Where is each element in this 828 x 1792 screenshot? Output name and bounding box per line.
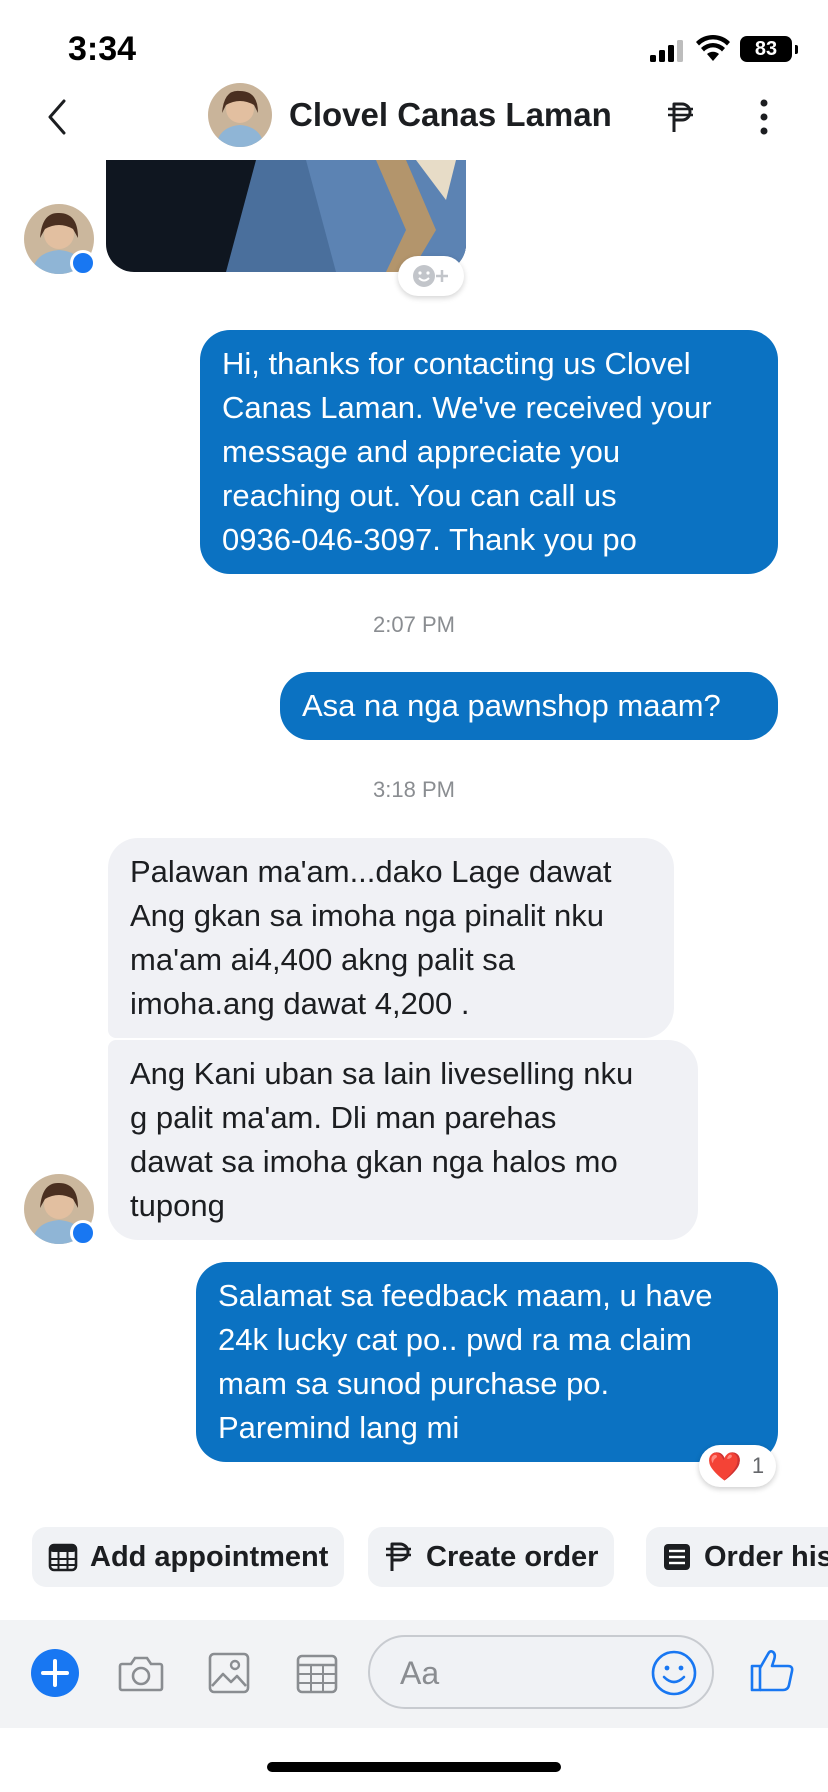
wifi-icon	[696, 34, 730, 61]
sender-avatar[interactable]	[24, 1174, 96, 1246]
battery-indicator: 83	[740, 36, 798, 62]
add-reaction-button[interactable]	[398, 256, 464, 296]
message-input[interactable]	[400, 1653, 620, 1693]
thumbs-up-icon[interactable]	[748, 1646, 796, 1694]
home-indicator	[267, 1762, 561, 1772]
order-history-button[interactable]: Order his	[646, 1527, 828, 1587]
plus-icon[interactable]	[30, 1648, 80, 1698]
timestamp: 3:18 PM	[373, 777, 455, 802]
add-appointment-button[interactable]: Add appointment	[32, 1527, 345, 1587]
add-appointment-label: Add appointment	[90, 1540, 329, 1573]
outgoing-message[interactable]: Asa na nga pawnshop maam?	[280, 672, 778, 740]
contact-avatar[interactable]	[208, 83, 272, 147]
order-history-label: Order his	[704, 1540, 828, 1573]
outgoing-message[interactable]: Hi, thanks for contacting us Clovel Cana…	[200, 330, 778, 574]
message-reaction[interactable]: ❤️ 1	[699, 1445, 777, 1487]
incoming-message[interactable]: Palawan ma'am...dako Lage dawat Ang gkan…	[108, 838, 674, 1038]
message-input-wrapper[interactable]	[368, 1635, 714, 1709]
signal-icon	[650, 40, 683, 62]
emoji-icon[interactable]	[650, 1649, 698, 1697]
reaction-count: 1	[751, 1453, 765, 1478]
create-order-label: Create order	[426, 1540, 599, 1573]
order-list-icon	[664, 1544, 690, 1570]
back-button[interactable]	[38, 95, 78, 139]
camera-icon[interactable]	[116, 1648, 166, 1698]
status-time: 3:34	[68, 30, 137, 68]
peso-icon[interactable]	[666, 100, 696, 134]
photo-message[interactable]	[106, 160, 466, 272]
heart-reaction-icon: ❤️	[707, 1450, 742, 1482]
add-reaction-icon	[413, 265, 448, 287]
more-options-icon[interactable]	[756, 98, 772, 136]
gallery-icon[interactable]	[204, 1648, 254, 1698]
incoming-message[interactable]: Ang Kani uban sa lain liveselling nku g …	[108, 1040, 698, 1240]
calendar-icon[interactable]	[292, 1648, 342, 1698]
messenger-badge-icon	[70, 1220, 96, 1246]
sender-avatar[interactable]	[24, 204, 96, 276]
timestamp: 2:07 PM	[373, 612, 455, 637]
calendar-icon	[48, 1543, 78, 1572]
outgoing-message[interactable]: Salamat sa feedback maam, u have 24k luc…	[196, 1262, 778, 1462]
messenger-badge-icon	[70, 250, 96, 276]
contact-name[interactable]: Clovel Canas Laman	[289, 96, 612, 134]
create-order-button[interactable]: Create order	[368, 1527, 615, 1587]
peso-icon	[386, 1542, 411, 1571]
